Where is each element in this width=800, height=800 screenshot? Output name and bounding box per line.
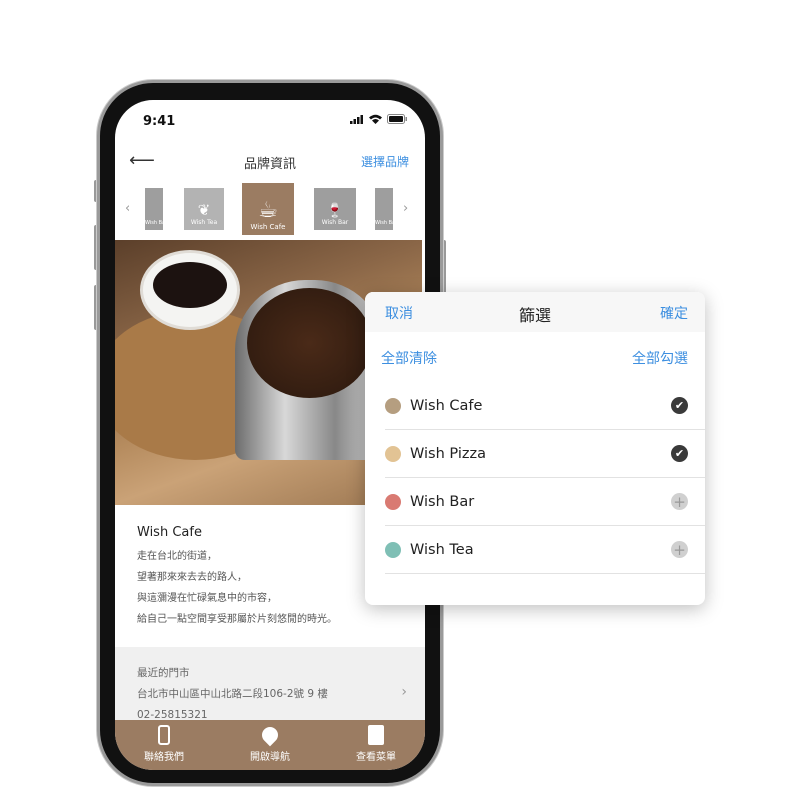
filter-title: 篩選 (518, 306, 551, 325)
brand-carousel: ‹ Wish Bar ❦Wish Tea ☕Wish Cafe 🍷Wish Ba… (115, 183, 425, 235)
carousel-item-cafe[interactable]: ☕ Wish Cafe (242, 183, 294, 235)
add-icon[interactable]: + (671, 541, 688, 559)
bottom-tab-bar: 聯絡我們 開啟導航 查看菜單 (115, 720, 425, 770)
phone-icon (158, 725, 170, 745)
add-icon[interactable]: + (671, 493, 688, 511)
checked-icon[interactable]: ✔ (671, 397, 688, 414)
carousel-item-bar-partial[interactable]: Wish Bar (375, 188, 393, 230)
status-time: 9:41 (143, 114, 176, 129)
filter-panel: 取消 篩選 確定 全部清除 全部勾選 Wish Cafe ✔ Wish Pizza… (365, 292, 705, 605)
clear-all-button[interactable]: 全部清除 (381, 348, 437, 368)
brand-name: Wish Cafe (137, 525, 202, 540)
chevron-left-icon[interactable]: ‹ (125, 201, 130, 216)
wine-bottle-icon: 🍷 (326, 203, 344, 219)
coffee-cup-icon: ☕ (258, 198, 278, 223)
leaf-icon: ❦ (197, 201, 211, 219)
brand-logo-icon (385, 397, 401, 414)
nearest-store[interactable]: 最近的門市 台北市中山區中山北路二段106-2號 9 樓 02-25815321… (115, 647, 425, 721)
carousel-item-bar[interactable]: 🍷 Wish Bar (314, 188, 356, 230)
brand-logo-icon (385, 541, 401, 558)
select-brand-link[interactable]: 選擇品牌 (361, 153, 409, 170)
filter-item-wish-bar[interactable]: Wish Bar + (385, 478, 705, 526)
filter-item-wish-tea[interactable]: Wish Tea + (385, 526, 705, 574)
brand-logo-icon (385, 493, 401, 510)
chevron-right-icon[interactable]: › (403, 201, 408, 216)
tab-contact-us[interactable]: 聯絡我們 (129, 720, 199, 770)
filter-item-wish-cafe[interactable]: Wish Cafe ✔ (385, 382, 705, 430)
confirm-button[interactable]: 確定 (660, 303, 688, 323)
chevron-right-icon[interactable]: › (401, 682, 407, 703)
filter-item-wish-pizza[interactable]: Wish Pizza ✔ (385, 430, 705, 478)
carousel-item-bar-partial[interactable]: Wish Bar (145, 188, 163, 230)
tab-menu[interactable]: 查看菜單 (341, 720, 411, 770)
map-pin-icon (258, 723, 282, 747)
wifi-icon (369, 114, 382, 124)
checked-icon[interactable]: ✔ (671, 445, 688, 462)
signal-icon (350, 114, 363, 124)
menu-book-icon (368, 725, 384, 745)
tab-navigation[interactable]: 開啟導航 (235, 720, 305, 770)
select-all-button[interactable]: 全部勾選 (632, 348, 688, 368)
battery-icon (387, 114, 407, 124)
carousel-item-tea[interactable]: ❦ Wish Tea (184, 188, 224, 230)
status-icons (350, 114, 407, 124)
brand-logo-icon (385, 445, 401, 462)
